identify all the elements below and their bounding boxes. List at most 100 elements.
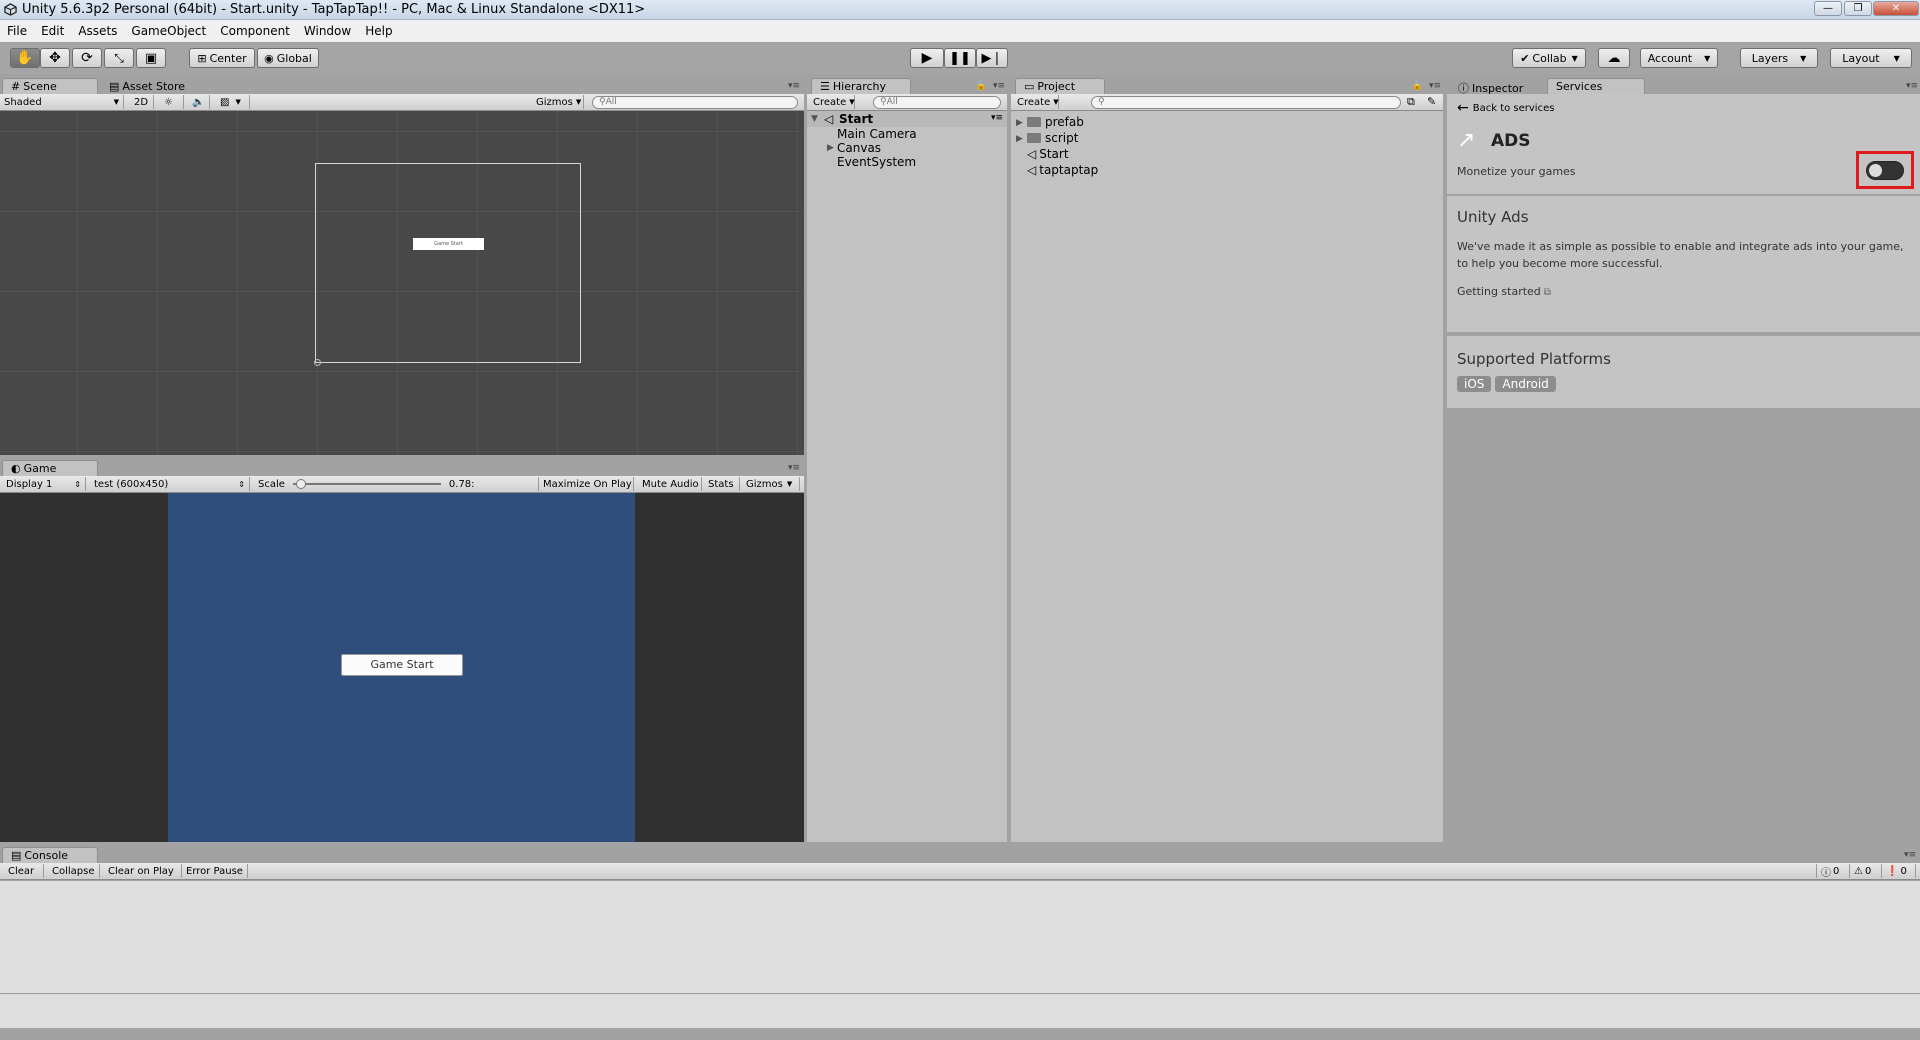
menu-edit[interactable]: Edit	[34, 24, 71, 38]
game-viewport[interactable]: Game Start	[0, 493, 804, 842]
tab-game[interactable]: ◐ Game	[2, 460, 98, 477]
hand-tool-button[interactable]: ✋	[10, 48, 40, 68]
console-log-area[interactable]	[0, 881, 1920, 993]
minimize-button[interactable]: —	[1814, 1, 1842, 16]
tab-console[interactable]: ▤ Console	[2, 847, 98, 864]
menu-component[interactable]: Component	[213, 24, 297, 38]
account-dropdown[interactable]: Account ▼	[1640, 48, 1718, 68]
menu-assets[interactable]: Assets	[71, 24, 124, 38]
tab-project[interactable]: ▭ Project	[1015, 78, 1105, 95]
scene-menu-icon[interactable]: ▾≡	[991, 113, 1003, 123]
folder-icon	[1027, 116, 1041, 127]
maximize-on-play-toggle[interactable]: Maximize On Play	[538, 477, 634, 491]
layers-dropdown[interactable]: Layers ▼	[1740, 48, 1818, 68]
updown-arrow-icon: ⇕	[238, 479, 245, 489]
dropdown-arrow-icon: ▼	[575, 98, 582, 106]
expand-arrow-icon[interactable]: ▼	[811, 114, 818, 124]
panel-menu-icon[interactable]: ▾≡	[1906, 81, 1918, 91]
panel-menu-icon[interactable]: ▾≡	[993, 81, 1005, 91]
tab-scene[interactable]: # Scene	[2, 78, 98, 95]
console-warning-filter[interactable]: ⚠ 0	[1850, 864, 1882, 878]
tab-services[interactable]: Services	[1547, 78, 1645, 95]
display-dropdown[interactable]: Display 1 ⇕	[2, 477, 86, 491]
menu-help[interactable]: Help	[358, 24, 399, 38]
step-button[interactable]: ▶❘	[976, 48, 1008, 68]
canvas-pivot-handle[interactable]	[314, 359, 321, 366]
pause-button[interactable]: ❚❚	[944, 48, 976, 68]
play-button[interactable]: ▶	[910, 48, 944, 68]
layout-dropdown[interactable]: Layout ▼	[1830, 48, 1912, 68]
filter-label-icon[interactable]: ✎	[1427, 95, 1436, 108]
console-collapse-toggle[interactable]: Collapse	[48, 864, 100, 878]
expand-arrow-icon[interactable]: ▶	[1016, 134, 1023, 144]
panel-menu-icon[interactable]: ▾≡	[1904, 850, 1916, 860]
collab-dropdown[interactable]: ✔ Collab ▼	[1512, 48, 1586, 68]
effects-dropdown[interactable]: ▨ ▼	[216, 95, 250, 109]
menu-gameobject[interactable]: GameObject	[124, 24, 213, 38]
mute-audio-toggle[interactable]: Mute Audio	[638, 477, 702, 491]
2d-toggle[interactable]: 2D	[130, 95, 154, 109]
check-icon: ✔	[1520, 51, 1530, 65]
console-error-filter[interactable]: ❗ 0	[1882, 864, 1916, 878]
game-start-button[interactable]: Game Start	[341, 654, 463, 676]
console-error-pause-toggle[interactable]: Error Pause	[182, 864, 248, 878]
pivot-center-toggle[interactable]: ⊞ Center	[189, 48, 255, 68]
hierarchy-item-main-camera[interactable]: Main Camera	[837, 127, 917, 141]
move-tool-button[interactable]: ✥	[40, 48, 70, 68]
hierarchy-toolbar: Create ▼ ⚲All	[807, 94, 1007, 111]
menu-window[interactable]: Window	[297, 24, 358, 38]
expand-arrow-icon[interactable]: ▶	[1016, 118, 1023, 128]
hierarchy-item-eventsystem[interactable]: EventSystem	[837, 155, 916, 169]
cloud-button[interactable]: ☁	[1598, 48, 1630, 68]
folder-icon	[1027, 132, 1041, 143]
lock-icon[interactable]: 🔒	[1412, 81, 1423, 91]
dropdown-arrow-icon: ▼	[235, 98, 241, 106]
hierarchy-search-input[interactable]: ⚲All	[873, 96, 1001, 109]
stats-toggle[interactable]: Stats	[704, 477, 740, 491]
tab-hierarchy[interactable]: ☰ Hierarchy	[811, 78, 911, 95]
maximize-button[interactable]: ❐	[1844, 1, 1872, 16]
rotate-tool-button[interactable]: ⟳	[72, 48, 102, 68]
panel-menu-icon[interactable]: ▾≡	[788, 81, 800, 91]
project-create-dropdown[interactable]: Create ▼	[1013, 95, 1059, 109]
global-local-toggle[interactable]: ◉ Global	[257, 48, 319, 68]
gizmos-dropdown[interactable]: Gizmos ▼	[532, 95, 584, 109]
filter-type-icon[interactable]: ⧉	[1407, 95, 1415, 109]
tab-asset-store[interactable]: ▤ Asset Store	[100, 78, 200, 95]
scene-viewport[interactable]: Game Start	[0, 111, 804, 455]
expand-arrow-icon[interactable]: ▶	[827, 143, 834, 153]
ads-enable-toggle[interactable]	[1866, 161, 1904, 180]
lock-icon[interactable]: 🔒	[976, 81, 987, 91]
tab-inspector[interactable]: ⓘ Inspector	[1449, 78, 1545, 95]
resolution-dropdown[interactable]: test (600x450) ⇕	[90, 477, 250, 491]
project-item-taptaptap[interactable]: ◁ taptaptap	[1027, 163, 1098, 177]
project-item-prefab[interactable]: prefab	[1027, 115, 1084, 129]
scale-slider[interactable]	[292, 479, 441, 489]
project-item-start[interactable]: ◁ Start	[1027, 147, 1069, 161]
getting-started-link[interactable]: Getting started ⧉	[1457, 285, 1551, 298]
hierarchy-create-dropdown[interactable]: Create ▼	[809, 95, 855, 109]
console-info-filter[interactable]: ⓘ 0	[1816, 864, 1850, 879]
audio-toggle[interactable]: 🔈	[188, 95, 210, 109]
panel-menu-icon[interactable]: ▾≡	[788, 463, 800, 473]
platform-tag-android: Android	[1495, 376, 1556, 392]
shading-mode-dropdown[interactable]: Shaded ▼	[0, 95, 124, 109]
error-icon: ❗	[1886, 865, 1899, 877]
menu-file[interactable]: File	[0, 24, 34, 38]
project-item-script[interactable]: script	[1027, 131, 1078, 145]
hierarchy-item-canvas[interactable]: Canvas	[837, 141, 881, 155]
scene-row[interactable]: ▼ ◁ Start ▾≡	[807, 111, 1007, 127]
menu-bar: File Edit Assets GameObject Component Wi…	[0, 20, 1920, 42]
panel-menu-icon[interactable]: ▾≡	[1429, 81, 1441, 91]
lighting-toggle[interactable]: ☼	[160, 95, 184, 109]
console-clear-button[interactable]: Clear	[4, 864, 44, 878]
scale-tool-button[interactable]: ⤡	[104, 48, 134, 68]
project-search-input[interactable]: ⚲	[1091, 96, 1401, 109]
scale-slider-thumb[interactable]	[295, 479, 306, 489]
rect-tool-button[interactable]: ▣	[136, 48, 166, 68]
scene-search-input[interactable]: ⚲All	[592, 96, 798, 109]
console-clear-on-play-toggle[interactable]: Clear on Play	[104, 864, 182, 878]
close-button[interactable]: ✕	[1873, 1, 1919, 16]
game-gizmos-dropdown[interactable]: Gizmos ▼	[742, 477, 800, 491]
back-to-services-link[interactable]: ← Back to services	[1457, 100, 1554, 116]
